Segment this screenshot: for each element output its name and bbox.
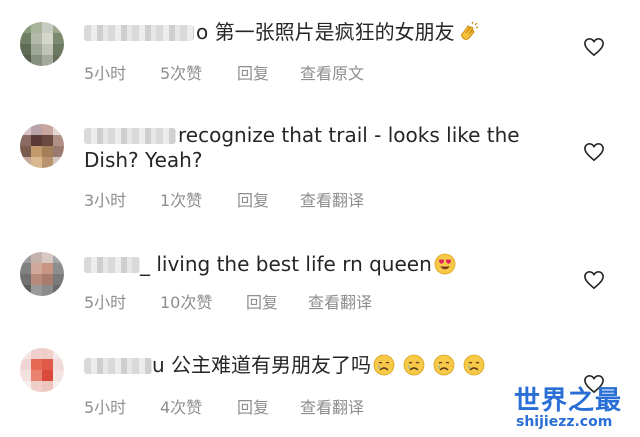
reply-button[interactable]: 回复 <box>237 60 269 84</box>
username-blurred[interactable] <box>84 128 176 144</box>
like-count[interactable]: 5次赞 <box>160 60 202 84</box>
view-translation-button[interactable]: 查看翻译 <box>308 289 372 313</box>
like-count[interactable]: 1次赞 <box>160 187 202 211</box>
heart-icon[interactable] <box>583 37 605 57</box>
comment-text: _ living the best life rn queen <box>140 249 456 279</box>
crying-face-icon <box>463 354 485 376</box>
avatar[interactable] <box>20 22 64 66</box>
comment-body-line2: Dish? Yeah? <box>84 148 203 172</box>
comment-time: 3小时 <box>84 191 127 210</box>
comment-text: u 公主难道有男朋友了吗 <box>152 350 485 380</box>
comment-time: 5小时 <box>84 398 127 417</box>
comment-text-line2: Dish? Yeah? <box>84 145 202 175</box>
reply-button[interactable]: 回复 <box>246 289 278 313</box>
heart-icon[interactable] <box>583 142 605 162</box>
comment-body: _ living the best life rn queen <box>140 252 432 276</box>
like-count[interactable]: 10次赞 <box>160 289 212 313</box>
watermark-title: 世界之最 <box>514 386 623 416</box>
watermark-url: shijiezz.com <box>516 414 613 430</box>
view-translation-button[interactable]: 查看翻译 <box>300 187 364 211</box>
reply-button[interactable]: 回复 <box>237 394 269 418</box>
comment-text: o 第一张照片是疯狂的女朋友 <box>196 17 479 47</box>
comment-body: u 公主难道有男朋友了吗 <box>152 353 372 377</box>
reply-button[interactable]: 回复 <box>237 187 269 211</box>
comment-text: recognize that trail - looks like the <box>178 120 520 150</box>
username-blurred[interactable] <box>84 257 140 273</box>
avatar[interactable] <box>20 252 64 296</box>
like-count[interactable]: 4次赞 <box>160 394 202 418</box>
view-translation-button[interactable]: 查看翻译 <box>300 394 364 418</box>
crying-face-icon <box>433 354 455 376</box>
crying-face-icon <box>373 354 395 376</box>
comment-body-line1: recognize that trail - looks like the <box>178 123 520 147</box>
comment-body: o 第一张照片是疯狂的女朋友 <box>196 20 455 44</box>
avatar[interactable] <box>20 348 64 392</box>
clapping-hands-icon <box>460 21 478 40</box>
heart-eyes-icon <box>434 253 456 275</box>
username-blurred[interactable] <box>84 358 152 374</box>
watermark: 世界之最 shijiezz.com <box>514 380 634 437</box>
heart-icon[interactable] <box>583 270 605 290</box>
comment-time: 5小时 <box>84 293 127 312</box>
crying-face-icon <box>403 354 425 376</box>
comment-time: 5小时 <box>84 64 127 83</box>
avatar[interactable] <box>20 124 64 168</box>
view-original-button[interactable]: 查看原文 <box>300 60 364 84</box>
username-blurred[interactable] <box>84 25 194 41</box>
